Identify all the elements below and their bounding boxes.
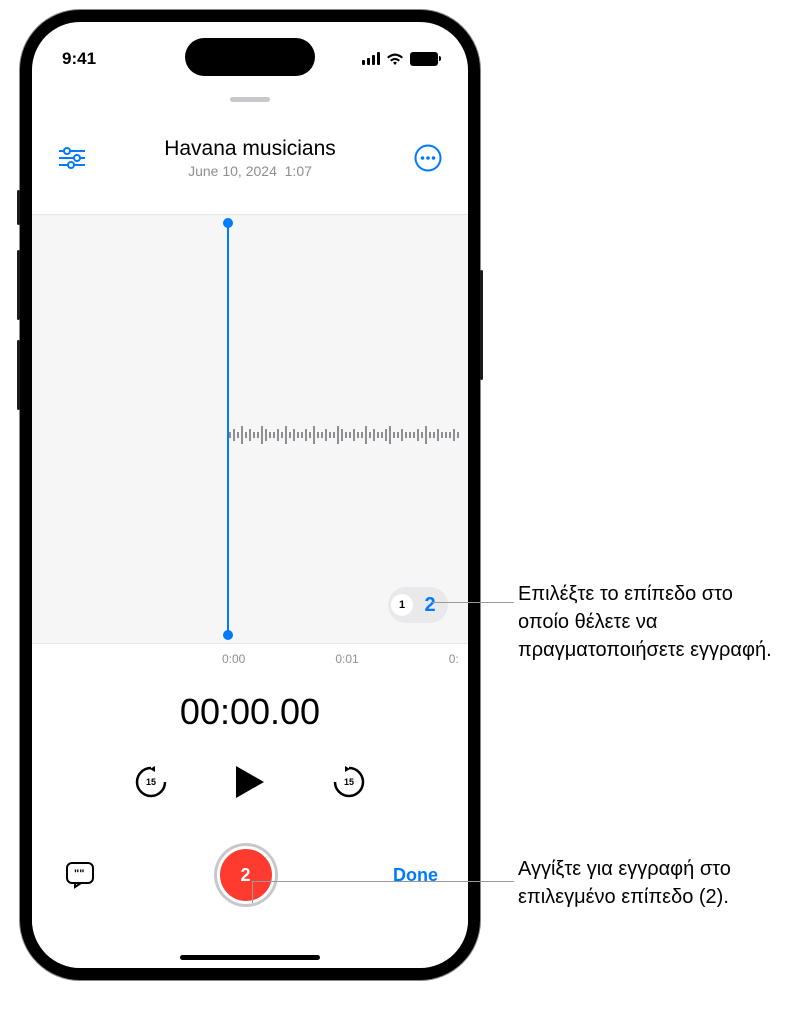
battery-icon [410,52,438,66]
callout-line [252,881,514,882]
dynamic-island [185,38,315,76]
playback-settings-button[interactable] [57,143,87,173]
home-indicator[interactable] [180,955,320,960]
sheet-grabber[interactable] [230,97,270,102]
skip-forward-15-button[interactable]: 15 [329,762,369,802]
screen: 9:41 [32,22,468,968]
recording-meta: June 10, 2024 1:07 [87,163,413,179]
callout-record-button: Αγγίξτε για εγγραφή στο επιλεγμένο επίπε… [518,855,778,911]
cellular-signal-icon [362,52,381,65]
volume-down-button [17,340,20,410]
layer-2-button[interactable]: 2 [415,590,445,620]
callout-line [432,602,514,603]
waveform-area[interactable]: 1 2 [32,214,468,644]
recording-sheet: Havana musicians June 10, 2024 1:07 [32,97,468,963]
recording-title[interactable]: Havana musicians [87,137,413,161]
side-button [17,190,20,225]
timer-display: 00:00.00 [32,691,468,733]
svg-text:"": "" [74,868,84,880]
play-button[interactable] [226,758,274,806]
transcribe-button[interactable]: "" [62,857,98,893]
volume-up-button [17,250,20,320]
waveform [229,415,468,455]
callout-line [252,881,253,903]
skip-back-15-button[interactable]: 15 [131,762,171,802]
layer-selector: 1 2 [388,587,448,623]
done-button[interactable]: Done [393,865,438,886]
status-time: 9:41 [62,49,96,69]
wifi-icon [386,52,404,66]
time-ruler: 0:00 0:01 0: [32,644,468,666]
record-button[interactable]: 2 [217,846,275,904]
power-button [480,270,483,380]
phone-frame: 9:41 [20,10,480,980]
more-options-button[interactable] [413,143,443,173]
layer-1-button[interactable]: 1 [391,594,413,616]
callout-layer-selector: Επιλέξτε το επίπεδο στο οποίο θέλετε να … [518,580,778,664]
